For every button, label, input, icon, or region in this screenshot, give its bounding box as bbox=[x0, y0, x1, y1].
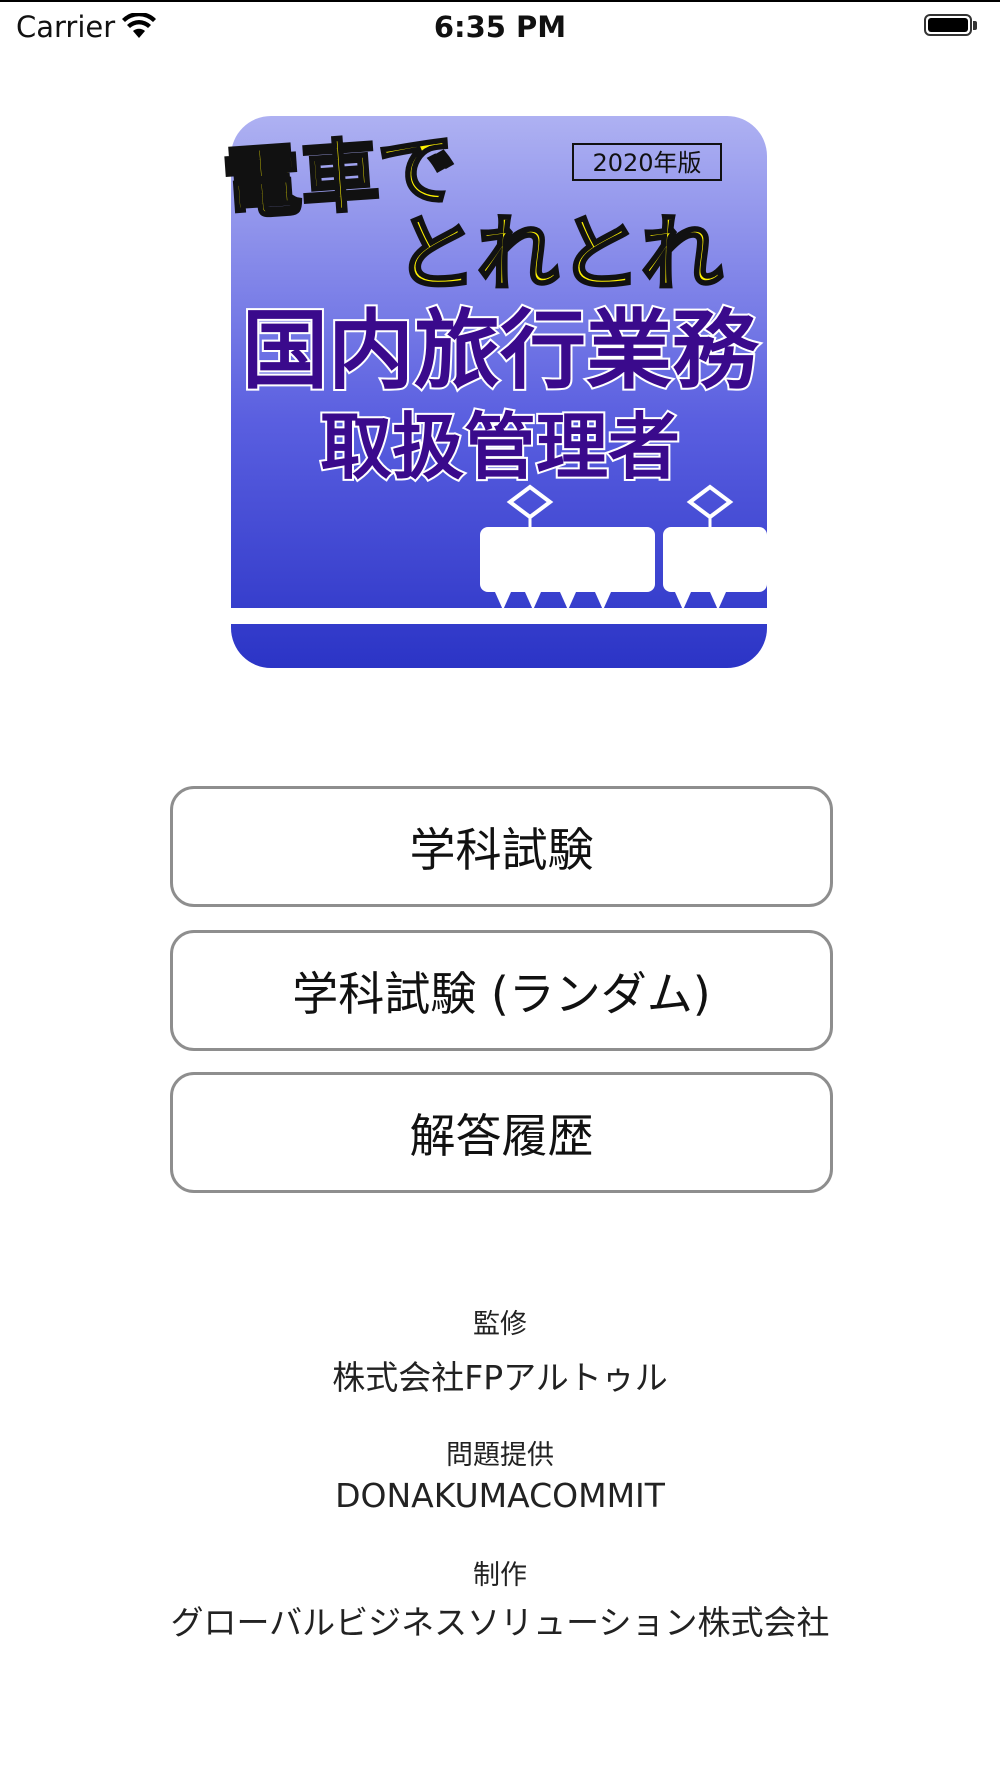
exam-button[interactable]: 学科試験 bbox=[170, 786, 833, 907]
status-bar: Carrier 6:35 PM bbox=[0, 0, 1000, 54]
svg-text:国内旅行業務: 国内旅行業務 bbox=[242, 301, 760, 401]
battery-icon bbox=[924, 14, 980, 40]
provider-value: DONAKUMACOMMIT bbox=[335, 1476, 665, 1515]
app-logo: 2020年版 電車で とれとれ 国内旅行業務 取扱管理者 bbox=[219, 116, 767, 668]
supervision-value: 株式会社FPアルトゥル bbox=[332, 1358, 668, 1397]
supervision-label: 監修 bbox=[473, 1309, 527, 1340]
answer-history-button[interactable]: 解答履歴 bbox=[170, 1072, 833, 1193]
random-exam-button[interactable]: 学科試験 (ランダム) bbox=[170, 930, 833, 1051]
svg-text:とれとれ: とれとれ bbox=[395, 207, 723, 302]
production-value: グローバルビジネスソリューション株式会社 bbox=[170, 1603, 830, 1642]
svg-text:2020年版: 2020年版 bbox=[592, 149, 701, 177]
svg-text:取扱管理者: 取扱管理者 bbox=[320, 405, 680, 489]
provider-label: 問題提供 bbox=[446, 1440, 554, 1471]
production-label: 制作 bbox=[473, 1560, 527, 1591]
clock: 6:35 PM bbox=[433, 10, 567, 44]
